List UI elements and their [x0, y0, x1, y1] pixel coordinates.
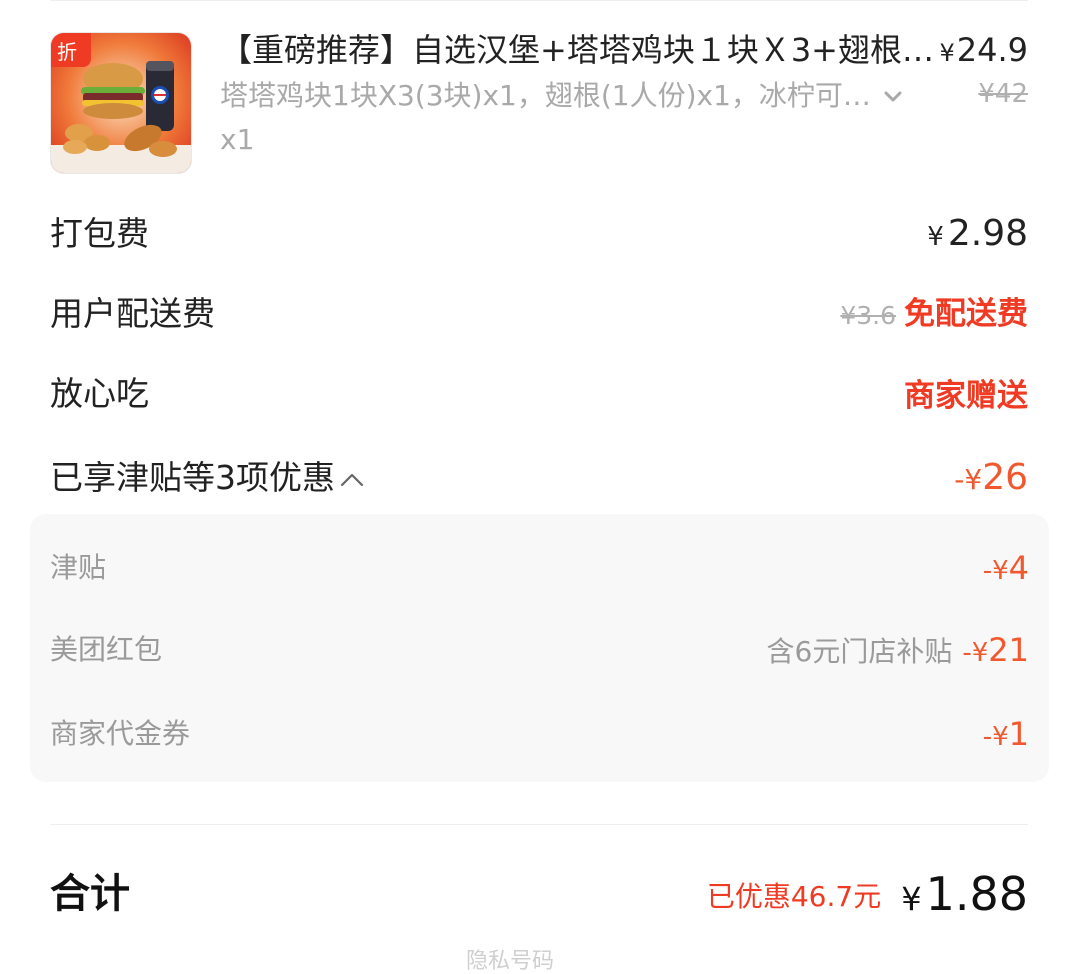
saved-amount: 已优惠46.7元: [706, 879, 882, 913]
discounts-toggle[interactable]: 已享津贴等3项优惠: [50, 456, 365, 500]
assurance-label: 放心吃: [50, 374, 149, 413]
discounts-total: -¥26: [954, 456, 1028, 506]
discount-details-panel: 津贴 -¥4 美团红包 含6元门店补贴 -¥21 商家代金券 -¥1: [30, 514, 1049, 782]
free-delivery-text: 免配送费: [904, 296, 1028, 332]
product-title: 【重磅推荐】自选汉堡+塔塔鸡块１块Ｘ3+翅根（1人份）+冰柠可乐: [220, 31, 935, 69]
discount-item-value: -¥4: [983, 548, 1029, 594]
footer-text: 隐私号码: [466, 949, 555, 974]
currency-symbol: ¥: [927, 222, 944, 252]
section-divider: [50, 824, 1028, 825]
product-original-price: ¥42: [978, 79, 1028, 109]
assurance-value: 商家赠送: [904, 374, 1028, 423]
currency-symbol: ¥: [901, 880, 922, 918]
combo-meal-image: 折: [51, 33, 191, 173]
discount-badge: 折: [57, 40, 77, 64]
product-quantity: x1: [220, 123, 255, 156]
minus-yen: -¥: [962, 638, 989, 668]
top-divider: [50, 0, 1028, 1]
product-price: ¥24.9: [939, 30, 1028, 73]
discount-item-label: 津贴: [50, 551, 107, 584]
total-label: 合计: [50, 871, 130, 917]
discount-item-amount: 1: [1008, 715, 1029, 753]
product-description[interactable]: 塔塔鸡块1块X3(3块)x1，翅根(1人份)x1，冰柠可乐x1: [220, 76, 880, 116]
packing-fee-value: ¥2.98: [927, 212, 1028, 262]
chevron-up-icon[interactable]: [339, 471, 365, 489]
discounts-amount: 26: [982, 457, 1028, 498]
discount-item-label: 美团红包: [50, 633, 163, 666]
minus-yen: -¥: [954, 463, 983, 496]
discounts-label: 已享津贴等3项优惠: [50, 458, 335, 497]
product-image[interactable]: 折: [50, 32, 192, 174]
discount-item-note: 含6元门店补贴: [766, 635, 953, 668]
minus-yen: -¥: [982, 722, 1009, 752]
discount-item-amount: 21: [988, 631, 1029, 669]
discount-item-value: -¥1: [983, 714, 1029, 760]
packing-fee-amount: 2.98: [947, 213, 1028, 254]
discount-item-label: 商家代金券: [50, 717, 191, 750]
discount-item-value: 含6元门店补贴 -¥21: [767, 630, 1029, 676]
merchant-gift-text: 商家赠送: [904, 378, 1028, 414]
currency-symbol: ¥: [939, 39, 955, 67]
chevron-down-icon[interactable]: [882, 86, 904, 106]
delivery-fee-value: ¥3.6 免配送费: [840, 292, 1028, 341]
minus-yen: -¥: [982, 556, 1009, 586]
total-amount: 1.88: [925, 867, 1028, 921]
delivery-fee-label: 用户配送费: [50, 294, 215, 333]
delivery-fee-original: ¥3.6: [840, 301, 896, 330]
packing-fee-label: 打包费: [50, 214, 149, 253]
product-price-value: 24.9: [956, 31, 1028, 69]
total-summary: 已优惠46.7元 ¥1.88: [707, 864, 1028, 929]
discount-item-amount: 4: [1008, 549, 1029, 587]
